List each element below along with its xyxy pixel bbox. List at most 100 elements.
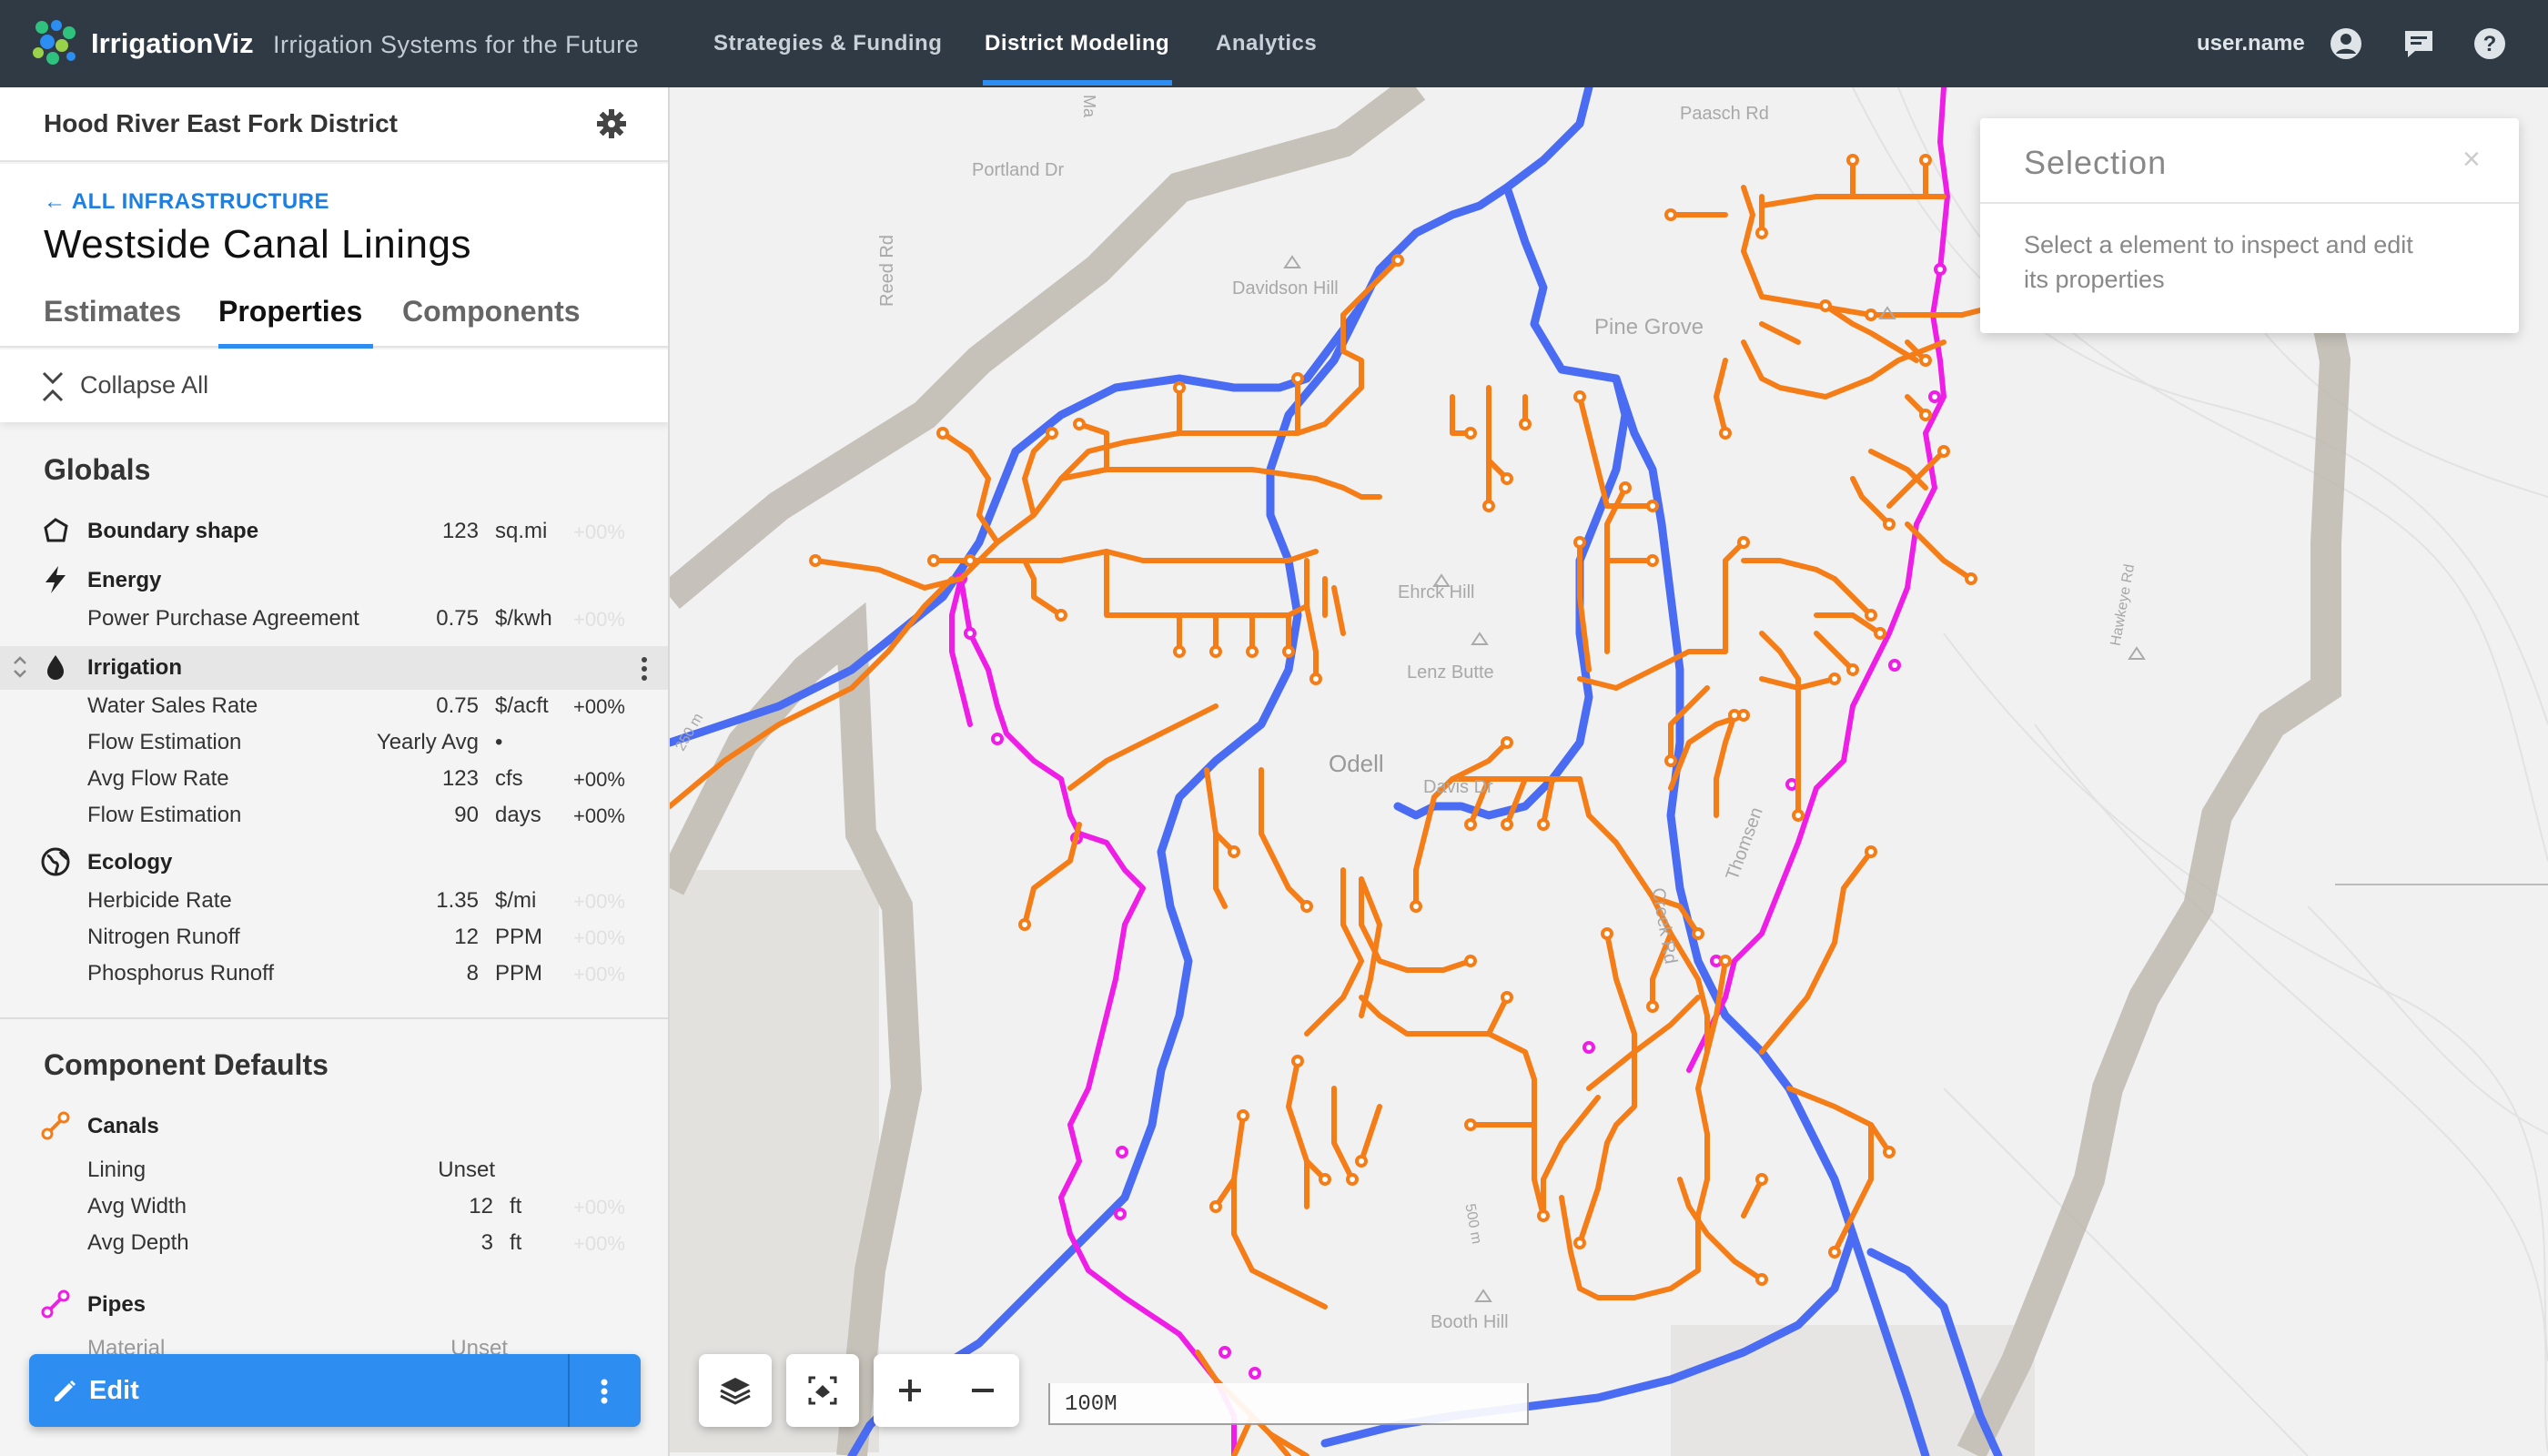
gear-icon[interactable] [593,106,630,142]
avg-width-value[interactable]: 12 [469,1194,493,1219]
nav-active-indicator [983,80,1172,86]
edit-button[interactable]: Edit [29,1354,641,1427]
more-vertical-icon[interactable] [597,1376,612,1407]
boundary-value[interactable]: 123 [442,519,479,544]
herbicide-rate-value[interactable]: 1.35 [436,888,479,914]
zoom-controls [874,1354,1019,1427]
more-vertical-icon[interactable] [639,653,650,684]
top-bar: IrrigationViz Irrigation Systems for the… [0,0,2548,87]
focus-icon [808,1376,837,1405]
ecology-label: Ecology [87,850,173,875]
herbicide-rate-pct: +00% [573,890,625,913]
nitrogen-runoff-label: Nitrogen Runoff [87,925,240,949]
ppa-pct: +00% [573,608,625,631]
water-sales-rate-label: Water Sales Rate [87,693,258,718]
component-defaults-heading: Component Defaults [44,1048,329,1081]
page-title: Westside Canal Linings [44,222,471,267]
map-label-paasch: Paasch Rd [1680,104,1769,124]
boundary-shape-label: Boundary shape [87,519,259,543]
app-tagline: Irrigation Systems for the Future [273,31,640,58]
close-icon[interactable]: × [2462,142,2481,177]
avg-width-label: Avg Width [87,1194,187,1218]
flow-days-value[interactable]: 90 [454,803,479,828]
tab-estimates[interactable]: Estimates [44,295,181,329]
boundary-shape-icon [44,518,68,542]
arrow-left-icon: ← [44,189,72,214]
edit-separator [568,1354,570,1427]
water-sales-rate-unit: $/acft [495,693,549,718]
fit-bounds-button[interactable] [786,1354,859,1427]
tab-active-indicator [218,344,373,349]
phosphorus-runoff-unit: PPM [495,961,543,986]
username[interactable]: user.name [2197,31,2305,56]
flow-estimation-value[interactable]: Yearly Avg [377,730,479,755]
edit-label: Edit [89,1376,139,1405]
nav-district-modeling[interactable]: District Modeling [985,31,1169,56]
tab-properties[interactable]: Properties [218,295,362,329]
avg-depth-value[interactable]: 3 [481,1230,493,1256]
avg-flow-rate-pct: +00% [573,768,625,791]
expand-collapse-icon[interactable] [11,653,29,681]
back-label: ALL INFRASTRUCTURE [71,189,329,214]
avg-flow-rate-unit: cfs [495,766,523,791]
boundary-pct: +00% [573,521,625,543]
tab-components[interactable]: Components [402,295,581,329]
map-label-portland: Portland Dr [972,160,1065,180]
energy-label: Energy [87,568,162,592]
flow-days-label: Flow Estimation [87,803,242,827]
avg-width-pct: +00% [573,1196,625,1218]
nitrogen-runoff-value[interactable]: 12 [454,925,479,950]
avg-depth-label: Avg Depth [87,1230,189,1255]
map-label-ma: Ma [1080,94,1099,118]
flow-estimation-label: Flow Estimation [87,730,242,754]
herbicide-rate-label: Herbicide Rate [87,888,232,913]
scale-label: 100M [1065,1392,1117,1417]
map-label-reed: Reed Rd [876,235,897,307]
herbicide-rate-unit: $/mi [495,888,537,913]
canals-label: Canals [87,1114,159,1138]
map-label-pine-grove: Pine Grove [1594,315,1704,339]
district-name: Hood River East Fork District [44,109,398,137]
user-icon[interactable] [2328,25,2364,62]
avg-width-unit: ft [510,1194,522,1218]
lining-value[interactable]: Unset [438,1158,495,1183]
phosphorus-runoff-pct: +00% [573,963,625,986]
zoom-out-button[interactable] [946,1354,1019,1427]
avg-flow-rate-label: Avg Flow Rate [87,766,229,791]
map-label-booth: Booth Hill [1431,1312,1509,1332]
avg-depth-unit: ft [510,1230,522,1255]
phosphorus-runoff-value[interactable]: 8 [467,961,479,986]
ppa-value[interactable]: 0.75 [436,606,479,632]
flow-days-pct: +00% [573,804,625,827]
ppa-label: Power Purchase Agreement [87,606,359,631]
collapse-all-button[interactable]: Collapse All [0,349,668,422]
infrastructure-card: ← ALL INFRASTRUCTURE Westside Canal Lini… [0,164,668,349]
selection-header: Selection × [1980,118,2519,204]
boundary-unit: sq.mi [495,519,548,543]
nav-analytics[interactable]: Analytics [1216,31,1317,56]
map-label-davidson: Davidson Hill [1232,278,1339,298]
layers-icon [720,1378,751,1405]
avg-flow-rate-value[interactable]: 123 [442,766,479,792]
water-sales-rate-pct: +00% [573,695,625,718]
zoom-in-button[interactable] [874,1354,946,1427]
minus-icon [972,1389,994,1392]
plus-icon [899,1380,921,1401]
avg-depth-pct: +00% [573,1232,625,1255]
district-header: Hood River East Fork District [0,87,668,162]
collapse-all-label: Collapse All [80,371,209,399]
lightning-icon [46,566,66,593]
pipes-label: Pipes [87,1292,147,1317]
water-drop-icon [47,655,64,680]
chat-icon[interactable] [2401,25,2437,62]
selection-panel: Selection × Select a element to inspect … [1980,118,2519,333]
water-sales-rate-value[interactable]: 0.75 [436,693,479,719]
app-name[interactable]: IrrigationViz [91,27,254,60]
irrigation-label: Irrigation [87,655,183,680]
layers-button[interactable] [699,1354,772,1427]
back-link[interactable]: ← ALL INFRASTRUCTURE [44,189,329,215]
nav-strategies-funding[interactable]: Strategies & Funding [713,31,942,56]
help-icon[interactable]: ? [2472,25,2508,62]
flow-days-unit: days [495,803,541,827]
globals-heading: Globals [44,453,151,486]
